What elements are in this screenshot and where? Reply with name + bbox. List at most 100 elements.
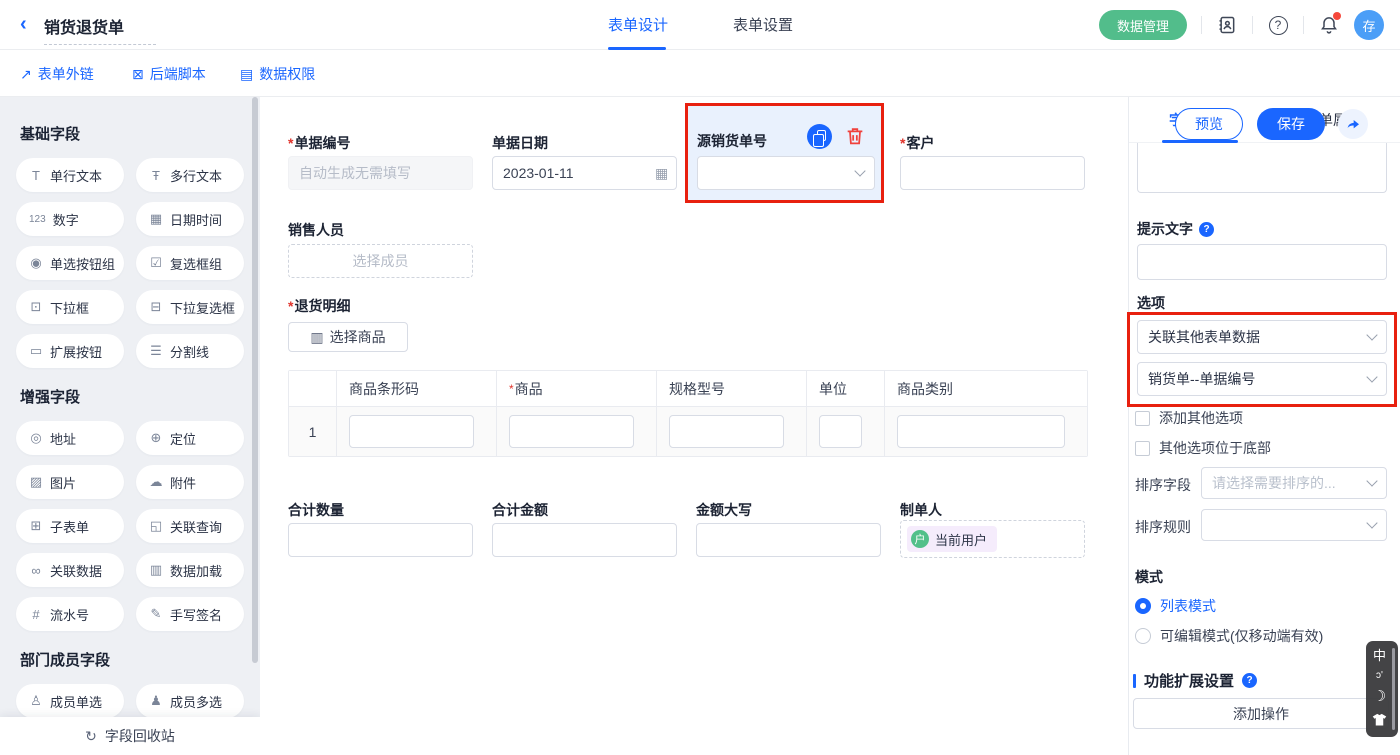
field-type-location[interactable]: ⊕定位 xyxy=(136,421,244,455)
bar-chart-icon: ▥ xyxy=(149,562,163,578)
person-icon: ♙ xyxy=(29,693,43,709)
voice-icon[interactable]: ɔ' xyxy=(1376,671,1383,681)
salesperson-picker[interactable]: 选择成员 xyxy=(288,244,473,278)
field-type-multi-select[interactable]: ⊟下拉复选框 xyxy=(136,290,244,324)
form-external-link[interactable]: ↗ 表单外链 xyxy=(20,64,94,84)
language-toggle-icon[interactable]: 中 xyxy=(1373,649,1386,662)
checkbox-icon xyxy=(1135,441,1150,456)
section-title-basic-fields: 基础字段 xyxy=(20,123,244,144)
radio-editable-mode[interactable]: 可编辑模式(仅移动端有效) xyxy=(1135,626,1323,646)
calendar-icon: ▦ xyxy=(149,211,163,227)
sort-rule-select[interactable] xyxy=(1201,509,1387,541)
notification-bell-icon[interactable] xyxy=(1318,14,1340,36)
field-type-multi-line-text[interactable]: Ŧ多行文本 xyxy=(136,158,244,192)
field-type-radio-group[interactable]: ◉单选按钮组 xyxy=(16,246,124,280)
chevron-down-icon xyxy=(1366,517,1377,528)
help-icon[interactable]: ? xyxy=(1267,14,1289,36)
calendar-icon[interactable]: ▦ xyxy=(655,165,668,182)
chevron-down-icon xyxy=(1366,475,1377,486)
tab-form-design[interactable]: 表单设计 xyxy=(608,14,668,35)
preview-button[interactable]: 预览 xyxy=(1175,108,1243,140)
field-type-attachment[interactable]: ☁附件 xyxy=(136,465,244,499)
doc-no-label: *单据编号 xyxy=(288,133,350,153)
field-type-relation-data[interactable]: ∞关联数据 xyxy=(16,553,124,587)
unit-input[interactable] xyxy=(819,415,862,448)
radio-list-mode[interactable]: 列表模式 xyxy=(1135,596,1216,616)
field-type-divider-line[interactable]: ☰分割线 xyxy=(136,334,244,368)
total-amount-input[interactable] xyxy=(492,523,677,557)
save-button[interactable]: 保存 xyxy=(1257,108,1325,140)
serial-icon: # xyxy=(29,607,43,622)
table-header-product: *商品 xyxy=(497,371,657,407)
checkbox-other-option-bottom[interactable]: 其他选项位于底部 xyxy=(1135,438,1271,458)
field-type-data-load[interactable]: ▥数据加载 xyxy=(136,553,244,587)
table-header-category: 商品类别 xyxy=(885,371,1087,407)
creator-label: 制单人 xyxy=(900,500,942,520)
dark-mode-moon-icon[interactable]: ☽ xyxy=(1373,689,1386,704)
field-type-address[interactable]: ◎地址 xyxy=(16,421,124,455)
page-scrollbar[interactable] xyxy=(1392,648,1395,730)
extension-help-icon[interactable]: ? xyxy=(1242,673,1257,688)
field-type-relation-query[interactable]: ◱关联查询 xyxy=(136,509,244,543)
field-recycle-bin[interactable]: ↻ 字段回收站 xyxy=(0,717,260,755)
sidebar-scrollbar[interactable] xyxy=(252,97,258,663)
tab-active-indicator xyxy=(608,47,666,50)
sort-field-label: 排序字段 xyxy=(1135,475,1191,495)
source-order-select[interactable] xyxy=(697,156,875,190)
hint-text-label: 提示文字 ? xyxy=(1137,219,1214,239)
field-type-number[interactable]: 123数字 xyxy=(16,202,124,236)
category-input[interactable] xyxy=(897,415,1065,448)
field-type-signature[interactable]: ✎手写签名 xyxy=(136,597,244,631)
field-type-serial-number[interactable]: #流水号 xyxy=(16,597,124,631)
data-permission-link[interactable]: ▤ 数据权限 xyxy=(240,64,315,84)
map-pin-icon: ◎ xyxy=(29,430,43,446)
amount-words-input[interactable] xyxy=(696,523,881,557)
select-product-button[interactable]: ▥ 选择商品 xyxy=(288,322,408,352)
back-icon[interactable]: ‹ xyxy=(20,13,27,36)
user-avatar[interactable]: 存 xyxy=(1354,10,1384,40)
creator-picker[interactable]: 户 当前用户 xyxy=(900,520,1085,558)
mode-label: 模式 xyxy=(1135,567,1163,587)
product-input[interactable] xyxy=(509,415,634,448)
chevron-down-icon xyxy=(854,165,865,176)
total-qty-input[interactable] xyxy=(288,523,473,557)
data-source-select[interactable]: 关联其他表单数据 xyxy=(1137,320,1387,354)
field-type-extend-button[interactable]: ▭扩展按钮 xyxy=(16,334,124,368)
form-toolbar: ↗ 表单外链 ⊠ 后端脚本 ▤ 数据权限 预览 保存 xyxy=(0,50,1400,97)
data-manage-button[interactable]: 数据管理 xyxy=(1099,10,1187,40)
field-type-image[interactable]: ▨图片 xyxy=(16,465,124,499)
chevron-down-icon xyxy=(1366,329,1377,340)
delete-field-button[interactable] xyxy=(844,125,866,150)
copy-field-button[interactable] xyxy=(807,124,832,149)
customer-input[interactable] xyxy=(900,156,1085,190)
field-type-member-single[interactable]: ♙成员单选 xyxy=(16,684,124,718)
sort-field-select[interactable]: 请选择需要排序的... xyxy=(1201,467,1387,499)
share-button[interactable] xyxy=(1338,109,1368,139)
checkbox-add-other-option[interactable]: 添加其他选项 xyxy=(1135,408,1243,428)
backend-script-link[interactable]: ⊠ 后端脚本 xyxy=(132,64,206,84)
field-type-subform[interactable]: ⊞子表单 xyxy=(16,509,124,543)
page-title[interactable]: 销货退货单 xyxy=(44,14,156,45)
field-type-checkbox-group[interactable]: ☑复选框组 xyxy=(136,246,244,280)
subform-icon: ⊞ xyxy=(29,518,43,534)
spec-input[interactable] xyxy=(669,415,784,448)
hint-help-icon[interactable]: ? xyxy=(1199,222,1214,237)
add-action-button[interactable]: 添加操作 xyxy=(1133,698,1389,729)
external-link-icon: ↗ xyxy=(20,66,32,83)
theme-shirt-icon[interactable] xyxy=(1372,713,1387,729)
divider-icon: ☰ xyxy=(149,343,163,359)
linked-field-select[interactable]: 销货单--单据编号 xyxy=(1137,362,1387,396)
barcode-input[interactable] xyxy=(349,415,474,448)
field-type-single-line-text[interactable]: T单行文本 xyxy=(16,158,124,192)
field-type-member-multi[interactable]: ♟成员多选 xyxy=(136,684,244,718)
doc-date-input[interactable] xyxy=(492,156,677,190)
contacts-book-icon[interactable] xyxy=(1216,14,1238,36)
radio-icon: ◉ xyxy=(29,255,43,271)
field-title-input[interactable] xyxy=(1137,143,1387,193)
doc-no-input[interactable] xyxy=(288,156,473,190)
hint-text-input[interactable] xyxy=(1137,244,1387,280)
table-header-unit: 单位 xyxy=(807,371,885,407)
tab-form-settings[interactable]: 表单设置 xyxy=(733,14,793,35)
field-type-select[interactable]: ⊡下拉框 xyxy=(16,290,124,324)
field-type-datetime[interactable]: ▦日期时间 xyxy=(136,202,244,236)
